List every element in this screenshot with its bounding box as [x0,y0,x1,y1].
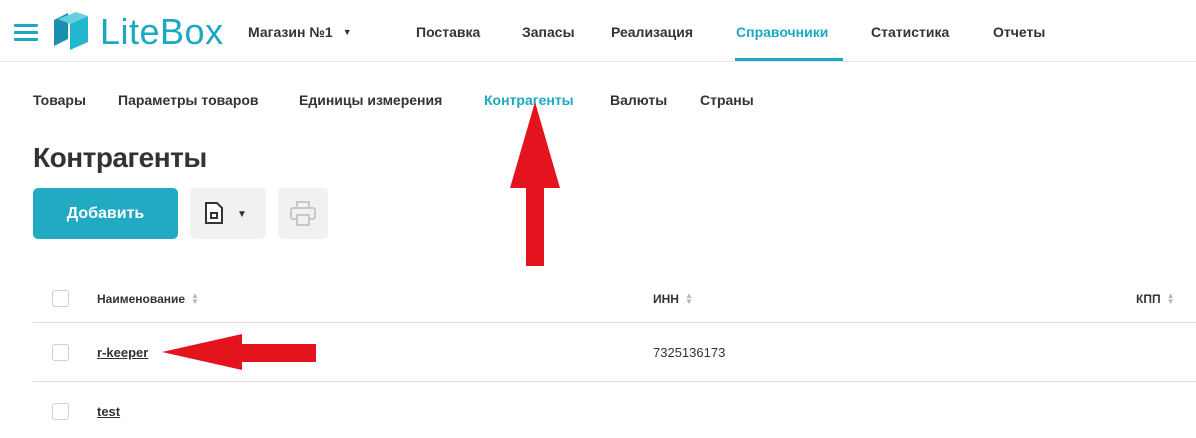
annotation-arrow-up [510,102,560,266]
menu-icon[interactable] [14,24,38,41]
subnav-product-params[interactable]: Параметры товаров [118,92,259,108]
add-button[interactable]: Добавить [33,188,178,239]
print-button[interactable] [278,188,328,239]
sort-icon: ▲ ▼ [1166,291,1175,306]
litebox-logo-icon [54,12,88,50]
subnav-units[interactable]: Единицы измерения [299,92,442,108]
table-row: r-keeper 7325136173 [33,324,1196,382]
store-selector[interactable]: Магазин №1 ▼ [248,24,352,40]
row-inn: 7325136173 [653,345,726,360]
nav-supply[interactable]: Поставка [416,24,480,40]
subnav-countries[interactable]: Страны [700,92,754,108]
store-name: Магазин №1 [248,24,333,40]
column-header-name-label: Наименование [97,292,186,306]
select-all-checkbox[interactable] [52,290,69,307]
column-header-kpp-label: КПП [1136,292,1161,306]
document-icon [205,202,223,224]
row-checkbox[interactable] [52,344,69,361]
printer-icon [290,201,316,226]
active-tab-indicator [735,58,843,61]
sort-icon: ▲ ▼ [684,291,693,306]
nav-statistics[interactable]: Статистика [871,24,949,40]
column-header-kpp[interactable]: КПП ▲ ▼ [1136,291,1175,307]
export-button[interactable]: ▼ [190,188,266,239]
row-name-link[interactable]: r-keeper [97,345,148,360]
column-header-name[interactable]: Наименование ▲ ▼ [97,291,199,307]
table-row: test [33,383,1196,438]
logo-text: LiteBox [100,11,224,52]
column-header-inn-label: ИНН [653,292,679,306]
caret-down-icon: ▼ [342,27,352,37]
nav-directories[interactable]: Справочники [736,24,828,40]
logo[interactable]: LiteBox [50,11,224,52]
subnav-currencies[interactable]: Валюты [610,92,667,108]
nav-sales[interactable]: Реализация [611,24,693,40]
nav-reports[interactable]: Отчеты [993,24,1045,40]
table-header: Наименование ▲ ▼ ИНН ▲ ▼ КПП ▲ ▼ [33,278,1196,323]
subnav-products[interactable]: Товары [33,92,86,108]
caret-down-icon: ▼ [237,209,247,220]
sort-icon: ▲ ▼ [191,291,199,306]
top-bar: LiteBox Магазин №1 ▼ Поставка Запасы Реа… [0,0,1196,62]
page-title: Контрагенты [33,142,207,173]
column-header-inn[interactable]: ИНН ▲ ▼ [653,291,693,307]
subnav-counterparties[interactable]: Контрагенты [484,92,574,108]
row-name-link[interactable]: test [97,404,120,419]
row-checkbox[interactable] [52,403,69,420]
nav-stock[interactable]: Запасы [522,24,575,40]
